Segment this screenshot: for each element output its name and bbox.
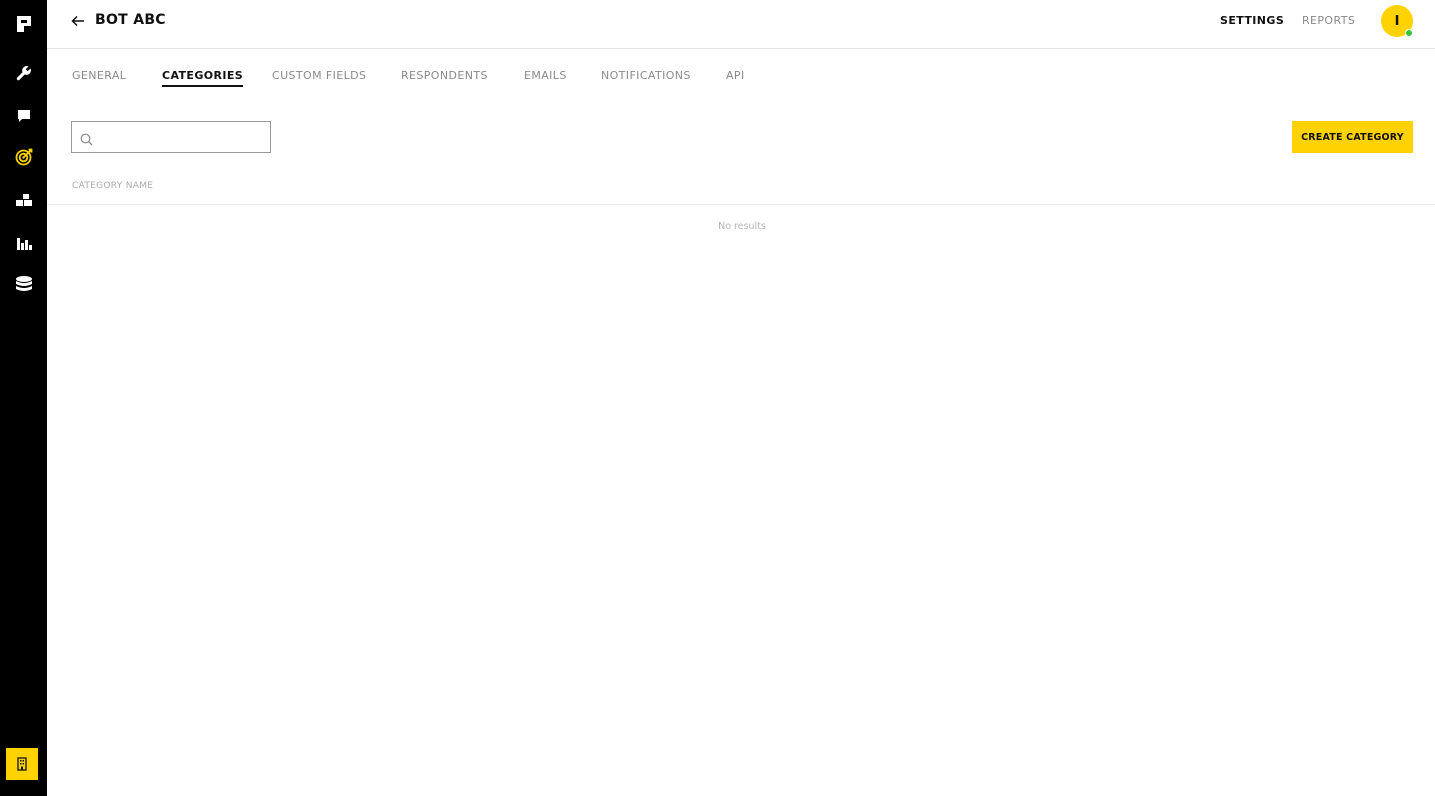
bar-chart-icon[interactable]: [0, 229, 47, 257]
top-header: BOT ABC SETTINGS REPORTS I: [47, 0, 1435, 49]
search-input[interactable]: [98, 122, 268, 152]
online-status-indicator: [1405, 29, 1413, 37]
building-icon[interactable]: [6, 748, 38, 780]
search-box: [71, 121, 271, 153]
wrench-icon[interactable]: [0, 59, 47, 87]
table-divider: [47, 204, 1435, 205]
nav-settings[interactable]: SETTINGS: [1220, 14, 1284, 27]
create-category-button[interactable]: CREATE CATEGORY: [1292, 121, 1413, 153]
tab-categories[interactable]: CATEGORIES: [162, 69, 244, 87]
search-icon: [80, 131, 93, 146]
chat-icon[interactable]: [0, 102, 47, 130]
tab-custom-fields[interactable]: CUSTOM FIELDS: [272, 69, 366, 82]
tab-api[interactable]: API: [726, 69, 745, 82]
tab-respondents[interactable]: RESPONDENTS: [401, 69, 488, 82]
tab-emails[interactable]: EMAILS: [524, 69, 567, 82]
back-arrow-icon[interactable]: [69, 12, 87, 30]
tab-notifications[interactable]: NOTIFICATIONS: [601, 69, 691, 82]
database-icon[interactable]: [0, 271, 47, 299]
sidebar: [0, 0, 47, 796]
nav-reports[interactable]: REPORTS: [1302, 14, 1355, 27]
tab-general[interactable]: GENERAL: [72, 69, 126, 82]
column-header-category-name[interactable]: CATEGORY NAME: [72, 181, 153, 191]
empty-state-text: No results: [718, 221, 766, 232]
logo-icon[interactable]: [0, 10, 47, 38]
blocks-icon[interactable]: [0, 187, 47, 215]
page-title: BOT ABC: [95, 12, 166, 28]
target-icon[interactable]: [0, 143, 47, 171]
